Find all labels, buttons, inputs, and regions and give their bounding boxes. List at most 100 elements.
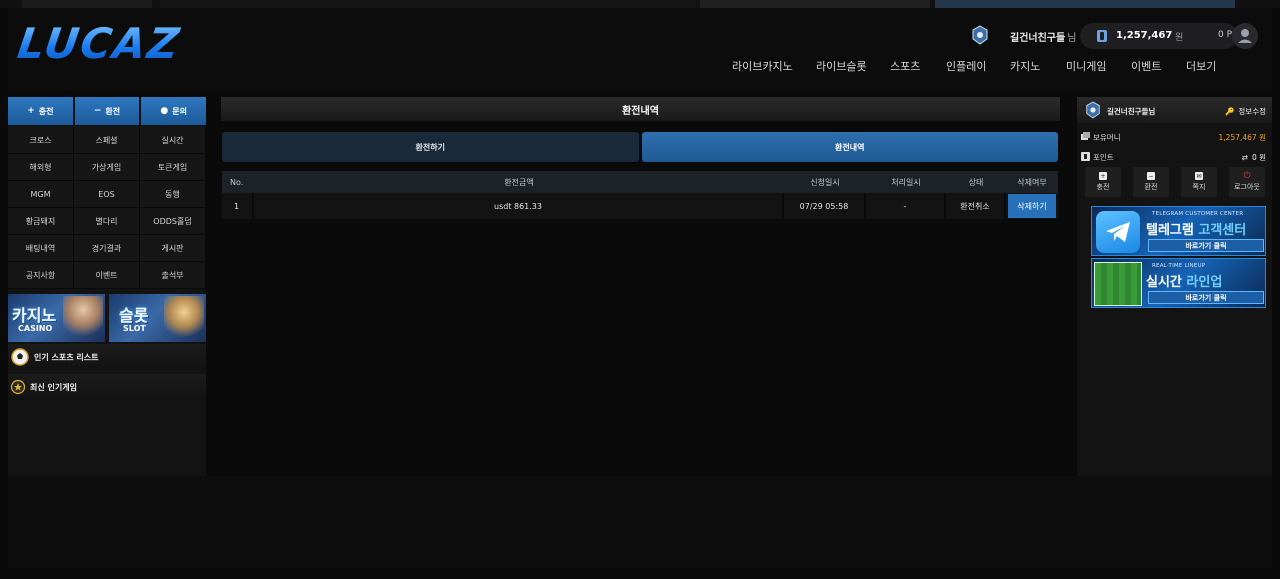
- wallet-icon: [1097, 30, 1107, 42]
- power-icon: ⏻: [1243, 171, 1251, 181]
- nav-casino[interactable]: 카지노: [1010, 58, 1040, 74]
- nav-inplay[interactable]: 인플레이: [946, 58, 986, 74]
- deposit-button[interactable]: + 충전: [8, 97, 73, 125]
- money-label: 보유머니: [1093, 133, 1121, 142]
- user-panel-header: 길건너친구들님 🔑 정보수정: [1077, 97, 1272, 123]
- level-badge-icon: [1086, 101, 1100, 119]
- point-value: ⇄ 0 원: [1241, 153, 1266, 162]
- menu-realtime[interactable]: 실시간: [140, 127, 206, 154]
- game-banners: 카지노 CASINO 슬롯 SLOT: [8, 294, 206, 342]
- panel-deposit-button[interactable]: + 충전: [1085, 167, 1121, 197]
- menu-event[interactable]: 이벤트: [74, 262, 140, 289]
- casino-banner[interactable]: 카지노 CASINO: [8, 294, 105, 342]
- menu-star-ladder[interactable]: 별다리: [74, 208, 140, 235]
- panel-logout-button[interactable]: ⏻ 로그아웃: [1229, 167, 1265, 197]
- telegram-icon: [1096, 211, 1140, 253]
- menu-cross[interactable]: 크로스: [8, 127, 74, 154]
- col-processed: 처리일시: [866, 171, 946, 193]
- page-title: 환전내역: [221, 97, 1060, 121]
- header-username: 길건너친구들 님: [1010, 33, 1077, 44]
- menu-donghaeng[interactable]: 동행: [140, 181, 206, 208]
- coins-icon: [1081, 132, 1090, 140]
- nav-event[interactable]: 이벤트: [1131, 58, 1161, 74]
- soccer-field-icon: [1094, 262, 1142, 306]
- inquiry-button[interactable]: ● 문의: [141, 97, 207, 125]
- money-value: 1,257,467 원: [1218, 133, 1266, 142]
- col-delete: 삭제여부: [1006, 171, 1058, 193]
- exchange-arrows-icon[interactable]: ⇄: [1242, 153, 1248, 162]
- level-badge-icon: [972, 25, 988, 45]
- lineup-cta: 바로가기 클릭: [1148, 291, 1264, 304]
- menu-attendance[interactable]: 출석부: [140, 262, 206, 289]
- telegram-banner[interactable]: TELEGRAM CUSTOMER CENTER 텔레그램 고객센터 바로가기 …: [1091, 206, 1266, 256]
- soccer-ball-icon: [11, 348, 29, 366]
- game-menu: 크로스 스페셜 실시간 해외형 가상게임 토큰게임 MGM EOS 동행 황금돼…: [8, 127, 206, 289]
- row-amount: usdt 861.33: [254, 193, 784, 219]
- slot-banner[interactable]: 슬롯 SLOT: [109, 294, 206, 342]
- envelope-icon: ✉: [1195, 172, 1203, 180]
- nav-sports[interactable]: 스포츠: [890, 58, 920, 74]
- balance-pill[interactable]: 1,257,467 원 0 P: [1080, 23, 1238, 49]
- exchange-tabs: 환전하기 환전내역: [222, 132, 1058, 162]
- point-icon: [1081, 152, 1090, 161]
- tab-exchange[interactable]: 환전하기: [222, 132, 639, 162]
- menu-board[interactable]: 게시판: [140, 235, 206, 262]
- money-row: 보유머니 1,257,467 원: [1077, 127, 1272, 147]
- popular-sports-header[interactable]: 인기 스포츠 리스트: [8, 344, 206, 370]
- quick-actions: + 충전 − 환전 ● 문의: [8, 97, 207, 125]
- withdraw-button[interactable]: − 환전: [74, 97, 140, 125]
- col-no: No.: [222, 171, 254, 193]
- nav-live-slot[interactable]: 라이브슬롯: [816, 58, 867, 74]
- menu-special[interactable]: 스페셜: [74, 127, 140, 154]
- slot-character-image: [164, 296, 204, 342]
- row-status: 환전취소: [946, 193, 1006, 219]
- profile-avatar[interactable]: [1232, 23, 1258, 49]
- nav-more[interactable]: 더보기: [1186, 58, 1216, 74]
- site-header: LUCAZ 길건너친구들 님 1,257,467 원 0 P 라이브카지노 라이브…: [8, 8, 1272, 90]
- nav-minigame[interactable]: 미니게임: [1066, 58, 1106, 74]
- lineup-banner[interactable]: REAL-TIME LINEUP 실시간 라인업 바로가기 클릭: [1091, 258, 1266, 308]
- key-icon: 🔑: [1225, 107, 1235, 116]
- exchange-history-table: No. 환전금액 신청일시 처리일시 상태 삭제여부 1 usdt 861.33…: [222, 171, 1058, 219]
- footer-area: [8, 476, 1272, 568]
- deposit-icon: +: [1099, 172, 1107, 180]
- menu-eos[interactable]: EOS: [74, 181, 140, 208]
- withdraw-icon: −: [1147, 172, 1155, 180]
- casino-dealer-image: [63, 296, 103, 342]
- user-actions: + 충전 − 환전 ✉ 쪽지 ⏻ 로그아웃: [1085, 167, 1265, 199]
- latest-games-header[interactable]: 최신 인기게임: [8, 374, 206, 400]
- menu-overseas[interactable]: 해외형: [8, 154, 74, 181]
- site-logo[interactable]: LUCAZ: [15, 19, 217, 68]
- menu-bet-history[interactable]: 배팅내역: [8, 235, 74, 262]
- menu-notice[interactable]: 공지사항: [8, 262, 74, 289]
- panel-message-button[interactable]: ✉ 쪽지: [1181, 167, 1217, 197]
- menu-mgm[interactable]: MGM: [8, 181, 74, 208]
- header-balance-unit: 원: [1175, 33, 1184, 43]
- row-processed: -: [866, 193, 946, 219]
- right-sidebar: 길건너친구들님 🔑 정보수정 보유머니 1,257,467 원 포인트 ⇄ 0 원 …: [1077, 97, 1272, 476]
- menu-virtual[interactable]: 가상게임: [74, 154, 140, 181]
- delete-button[interactable]: 삭제하기: [1008, 194, 1056, 218]
- panel-withdraw-button[interactable]: − 환전: [1133, 167, 1169, 197]
- header-balance: 1,257,467: [1116, 30, 1173, 41]
- edit-profile-link[interactable]: 🔑 정보수정: [1225, 106, 1266, 117]
- col-amount: 환전금액: [254, 171, 784, 193]
- star-badge-icon: [10, 379, 26, 395]
- dot-icon: ●: [160, 106, 169, 116]
- row-no: 1: [222, 193, 254, 219]
- tab-exchange-history[interactable]: 환전내역: [641, 132, 1058, 162]
- plus-icon: +: [27, 106, 35, 116]
- menu-token[interactable]: 토큰게임: [140, 154, 206, 181]
- nav-live-casino[interactable]: 라이브카지노: [732, 58, 793, 74]
- top-strip: [0, 0, 1280, 8]
- table-header-row: No. 환전금액 신청일시 처리일시 상태 삭제여부: [222, 171, 1058, 193]
- user-icon: [1238, 29, 1252, 43]
- row-requested: 07/29 05:58: [784, 193, 866, 219]
- row-action-cell: 삭제하기: [1006, 193, 1058, 219]
- minus-icon: −: [93, 106, 102, 116]
- menu-results[interactable]: 경기결과: [74, 235, 140, 262]
- point-label: 포인트: [1093, 153, 1114, 162]
- menu-odds-holdem[interactable]: ODDS홀덤: [140, 208, 206, 235]
- menu-golden-pig[interactable]: 황금돼지: [8, 208, 74, 235]
- table-row: 1 usdt 861.33 07/29 05:58 - 환전취소 삭제하기: [222, 193, 1058, 219]
